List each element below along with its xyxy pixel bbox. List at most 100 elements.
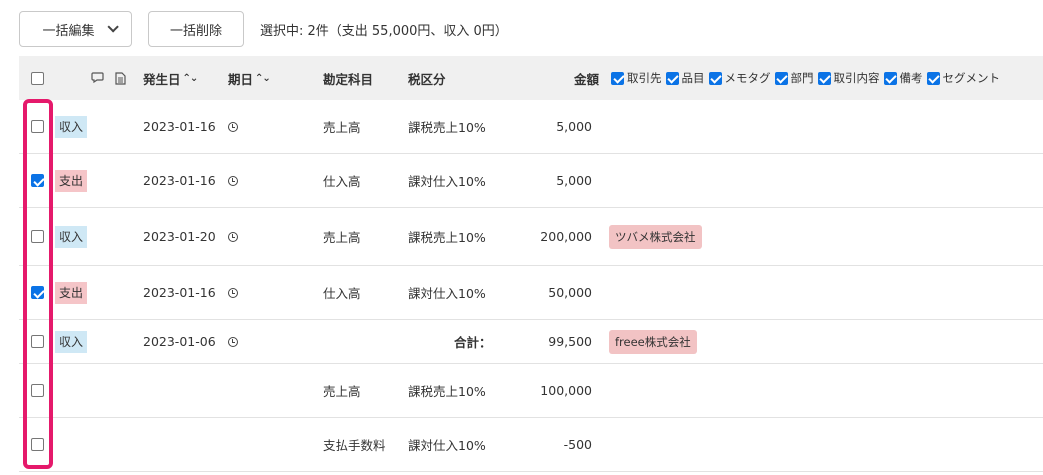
type-badge: 収入 (55, 225, 88, 248)
clock-icon[interactable] (228, 231, 238, 242)
type-badge: 収入 (55, 115, 88, 138)
row-select-cell (31, 320, 44, 363)
column-toggle-label: セグメント (942, 71, 1001, 85)
issue-date: 2023-01-06 (143, 334, 216, 349)
amount-cell: 100,000 (540, 383, 592, 398)
sort-due-date[interactable]: 期日 ⌃⌄ (228, 56, 271, 100)
row-select-cell (31, 266, 44, 319)
issue-date-header: 発生日 (143, 71, 181, 87)
type-cell: 収入 (55, 100, 88, 153)
column-toggle[interactable]: メモタグ (708, 70, 771, 86)
sort-issue-date[interactable]: 発生日 ⌃⌄ (143, 56, 199, 100)
tax-header: 税区分 (408, 71, 446, 87)
issue-date: 2023-01-16 (143, 119, 216, 134)
partner-tag[interactable]: freee株式会社 (609, 329, 697, 354)
account-cell: 売上高 (323, 120, 361, 135)
document-icon[interactable] (115, 56, 126, 100)
table-row[interactable]: 支出 2023-01-16 仕入高 課対仕入10% 5,000 (19, 154, 1043, 208)
table-row[interactable]: 収入 2023-01-16 売上高 課税売上10% 5,000 (19, 100, 1043, 154)
row-checkbox[interactable] (31, 230, 44, 243)
column-toggle-label: 取引先 (627, 71, 662, 85)
issue-date: 2023-01-16 (143, 173, 216, 188)
type-badge: 支出 (55, 169, 88, 192)
tax-cell: 課税売上10% (408, 120, 486, 135)
type-cell: 収入 (55, 320, 88, 363)
amount-cell: 5,000 (556, 119, 592, 134)
clock-icon[interactable] (228, 121, 238, 132)
partner-tag-cell: freee株式会社 (609, 320, 697, 363)
column-toggle-checkbox[interactable] (611, 71, 624, 85)
column-toggle[interactable]: 備考 (883, 70, 923, 86)
table-row[interactable]: 支払手数料 課対仕入10% -500 (19, 418, 1043, 472)
tax-cell: 課対仕入10% (408, 174, 486, 189)
column-toggle[interactable]: 品目 (665, 70, 705, 86)
column-toggle-label: 備考 (899, 71, 923, 85)
column-toggle-checkbox[interactable] (926, 71, 940, 85)
tax-cell: 課税売上10% (408, 384, 486, 399)
type-cell: 支出 (55, 266, 88, 319)
column-toggles: 取引先 品目 メモタグ 部門 取引内容 備考 セグメント (611, 56, 1004, 100)
column-toggle-checkbox[interactable] (708, 71, 722, 85)
chevron-down-icon (106, 21, 119, 33)
column-toggle[interactable]: 部門 (774, 70, 814, 86)
account-cell: 仕入高 (323, 286, 361, 301)
row-checkbox[interactable] (31, 438, 44, 451)
due-date-cell (228, 208, 238, 265)
type-badge: 収入 (55, 330, 88, 353)
amount-cell: 5,000 (556, 173, 592, 188)
partner-tag[interactable]: ツバメ株式会社 (609, 224, 702, 249)
row-checkbox[interactable] (31, 384, 44, 397)
row-select-cell (31, 418, 44, 471)
column-toggle-checkbox[interactable] (774, 71, 788, 85)
select-all-cell (31, 56, 44, 100)
column-toggle[interactable]: 取引先 (611, 70, 662, 86)
clock-icon[interactable] (228, 336, 238, 347)
row-checkbox[interactable] (31, 174, 44, 187)
row-checkbox[interactable] (31, 120, 44, 133)
type-cell: 収入 (55, 208, 88, 265)
table-header: 発生日 ⌃⌄ 期日 ⌃⌄ 勘定科目 税区分 金額 取引先 品目 メモタグ 部門 取引内容… (19, 56, 1043, 100)
row-select-cell (31, 154, 44, 207)
clock-icon[interactable] (228, 175, 238, 186)
due-date-cell (228, 320, 238, 363)
row-checkbox[interactable] (31, 335, 44, 348)
type-cell: 支出 (55, 154, 88, 207)
clock-icon[interactable] (228, 287, 238, 298)
type-badge: 支出 (55, 281, 88, 304)
account-cell: 支払手数料 (323, 438, 386, 453)
due-date-cell (228, 154, 238, 207)
account-cell: 仕入高 (323, 174, 361, 189)
tax-cell: 課対仕入10% (408, 286, 486, 301)
account-header: 勘定科目 (323, 71, 374, 87)
bulk-edit-button[interactable]: 一括編集 (19, 11, 132, 47)
account-cell: 売上高 (323, 230, 361, 245)
amount-cell: 200,000 (540, 229, 592, 244)
comment-icon[interactable] (91, 56, 104, 100)
sort-icon: ⌃⌄ (255, 72, 271, 84)
due-date-cell (228, 100, 238, 153)
table-row[interactable]: 収入 2023-01-20 売上高 課税売上10% 200,000 ツバメ株式会社 (19, 208, 1043, 266)
table-row[interactable]: 支出 2023-01-16 仕入高 課対仕入10% 50,000 (19, 266, 1043, 320)
amount-cell: -500 (563, 437, 592, 452)
row-select-cell (31, 208, 44, 265)
column-toggle-checkbox[interactable] (883, 71, 897, 85)
column-toggle-checkbox[interactable] (665, 71, 679, 85)
column-toggle[interactable]: 取引内容 (817, 70, 880, 86)
issue-date: 2023-01-20 (143, 229, 216, 244)
selection-summary: 選択中: 2件（支出 55,000円、収入 0円） (260, 23, 508, 39)
total-label: 合計： (454, 335, 492, 350)
sort-icon: ⌃⌄ (182, 72, 199, 84)
account-cell: 売上高 (323, 384, 361, 399)
amount-cell: 50,000 (548, 285, 592, 300)
column-toggle-label: 部門 (790, 71, 814, 85)
bulk-edit-label: 一括編集 (42, 23, 95, 39)
select-all-checkbox[interactable] (31, 71, 44, 85)
row-checkbox[interactable] (31, 286, 44, 299)
tax-cell: 課対仕入10% (408, 438, 486, 453)
column-toggle-checkbox[interactable] (817, 71, 831, 85)
amount-cell: 99,500 (548, 334, 592, 349)
table-row[interactable]: 収入 2023-01-06 合計： 99,500 freee株式会社 (19, 320, 1043, 364)
table-row[interactable]: 売上高 課税売上10% 100,000 (19, 364, 1043, 418)
column-toggle[interactable]: セグメント (926, 70, 1001, 86)
bulk-delete-button[interactable]: 一括削除 (148, 11, 244, 47)
